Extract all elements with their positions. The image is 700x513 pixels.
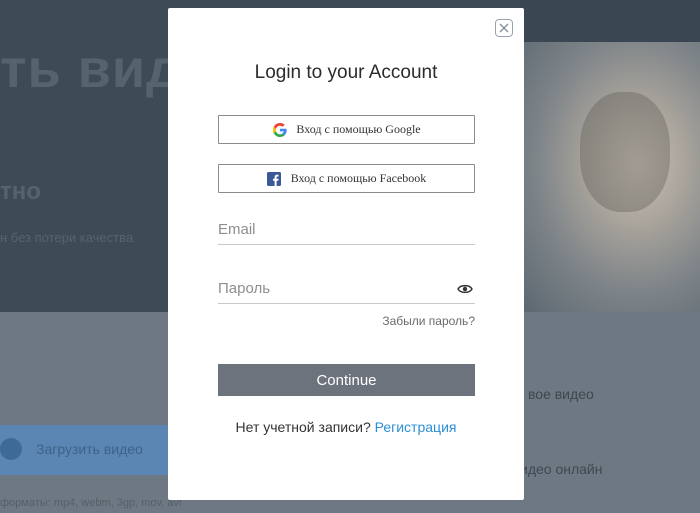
facebook-icon bbox=[267, 171, 282, 186]
register-link[interactable]: Регистрация bbox=[375, 419, 457, 435]
background-subheading: тно bbox=[0, 178, 41, 205]
background-description: н без потери качества bbox=[0, 230, 134, 245]
continue-button[interactable]: Continue bbox=[218, 364, 475, 396]
close-button[interactable] bbox=[495, 19, 513, 37]
google-login-button[interactable]: Вход с помощью Google bbox=[218, 115, 475, 144]
email-field-container bbox=[218, 215, 475, 245]
eye-icon[interactable] bbox=[457, 283, 473, 295]
email-input[interactable] bbox=[218, 215, 475, 243]
password-input[interactable] bbox=[218, 274, 475, 302]
background-upload-label: Загрузить видео bbox=[36, 441, 143, 457]
forgot-password-link[interactable]: Забыли пароль? bbox=[218, 314, 475, 328]
background-headline: ть вид bbox=[0, 39, 182, 99]
google-login-label: Вход с помощью Google bbox=[296, 122, 421, 136]
no-account-text: Нет учетной записи? bbox=[235, 419, 371, 435]
modal-title: Login to your Account bbox=[254, 62, 438, 83]
google-icon bbox=[272, 122, 287, 137]
background-photo bbox=[520, 42, 700, 312]
close-icon bbox=[499, 23, 509, 33]
background-feature-1: вое видео bbox=[528, 386, 594, 402]
register-row: Нет учетной записи? Регистрация bbox=[168, 419, 524, 435]
login-modal: Login to your Account Вход с помощью Goo… bbox=[168, 8, 524, 500]
password-field-container bbox=[218, 274, 475, 304]
upload-cloud-icon bbox=[0, 438, 22, 460]
facebook-login-label: Вход с помощью Facebook bbox=[290, 171, 427, 185]
background-header-strip bbox=[520, 0, 700, 42]
background-formats-text: форматы: mp4, webm, 3gp, mov, avi bbox=[0, 497, 182, 509]
facebook-login-button[interactable]: Вход с помощью Facebook bbox=[218, 164, 475, 193]
background-feature-2: идео онлайн bbox=[520, 461, 603, 477]
